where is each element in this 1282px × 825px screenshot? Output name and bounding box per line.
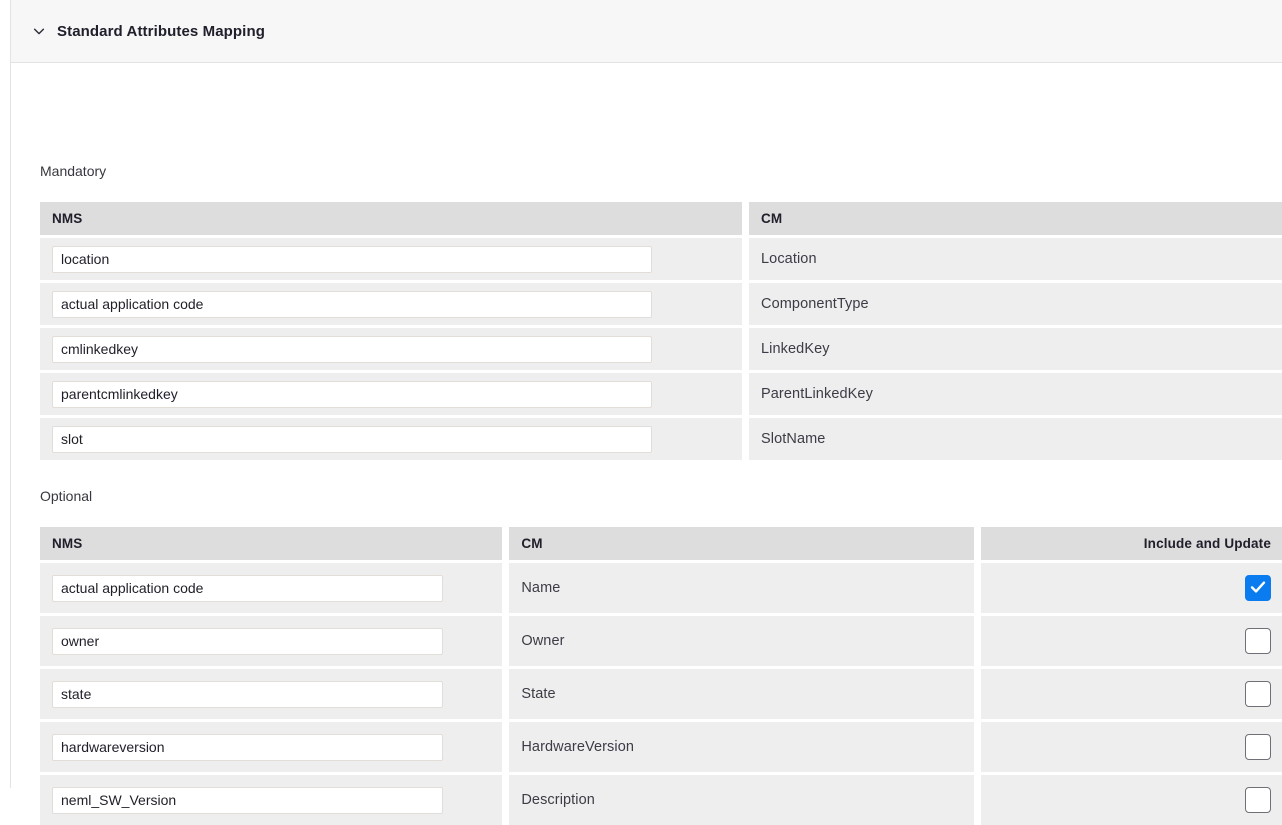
panel-header-toggle[interactable]: Standard Attributes Mapping bbox=[11, 0, 1282, 63]
include-and-update-checkbox[interactable] bbox=[1244, 734, 1271, 760]
cm-cell: SlotName bbox=[749, 418, 1282, 460]
column-header-cm: CM bbox=[749, 202, 1282, 235]
cm-cell: ParentLinkedKey bbox=[749, 373, 1282, 415]
nms-input[interactable] bbox=[52, 290, 652, 318]
nms-cell bbox=[40, 418, 742, 460]
cm-cell: Owner bbox=[509, 616, 974, 666]
cm-value: Location bbox=[761, 251, 817, 267]
nms-input[interactable] bbox=[52, 380, 652, 408]
cm-cell: ComponentType bbox=[749, 283, 1282, 325]
cm-cell: Name bbox=[509, 563, 974, 613]
nms-input[interactable] bbox=[52, 786, 443, 814]
cm-cell: State bbox=[509, 669, 974, 719]
include-and-update-checkbox[interactable] bbox=[1244, 787, 1271, 813]
standard-attributes-mapping-panel: Standard Attributes Mapping Mandatory NM… bbox=[10, 0, 1282, 825]
nms-input[interactable] bbox=[52, 574, 443, 602]
optional-section-label: Optional bbox=[40, 488, 93, 504]
table-row: ParentLinkedKey bbox=[40, 373, 1282, 415]
nms-cell bbox=[40, 328, 742, 370]
nms-input[interactable] bbox=[52, 680, 443, 708]
checkmark-icon bbox=[1250, 581, 1266, 593]
panel-title: Standard Attributes Mapping bbox=[57, 22, 265, 40]
nms-input[interactable] bbox=[52, 733, 443, 761]
cm-value: ComponentType bbox=[761, 296, 869, 312]
nms-cell bbox=[40, 283, 742, 325]
table-row: HardwareVersion bbox=[40, 722, 1282, 772]
cm-value: HardwareVersion bbox=[521, 739, 635, 755]
include-and-update-cell bbox=[980, 669, 1282, 719]
nms-input[interactable] bbox=[52, 627, 443, 655]
table-row: Name bbox=[40, 563, 1282, 613]
nms-cell bbox=[40, 669, 503, 719]
nms-input[interactable] bbox=[52, 425, 652, 453]
table-header-row: NMS CM Include and Update bbox=[40, 527, 1282, 560]
cm-value: Owner bbox=[521, 633, 565, 649]
nms-cell bbox=[40, 238, 742, 280]
table-row: SlotName bbox=[40, 418, 1282, 460]
table-row: LinkedKey bbox=[40, 328, 1282, 370]
table-row: Description bbox=[40, 775, 1282, 825]
include-and-update-checkbox[interactable] bbox=[1244, 575, 1271, 601]
column-header-include-and-update: Include and Update bbox=[980, 527, 1282, 560]
optional-mapping-table: NMS CM Include and Update Name bbox=[40, 527, 1282, 825]
column-header-nms: NMS bbox=[40, 527, 503, 560]
table-row: State bbox=[40, 669, 1282, 719]
cm-value: SlotName bbox=[761, 431, 826, 447]
include-and-update-cell bbox=[980, 722, 1282, 772]
cm-value: LinkedKey bbox=[761, 341, 830, 357]
mandatory-mapping-table: NMS CM Location ComponentType bbox=[40, 202, 1282, 460]
cm-value: State bbox=[521, 686, 556, 702]
table-header-row: NMS CM bbox=[40, 202, 1282, 235]
table-row: ComponentType bbox=[40, 283, 1282, 325]
table-row: Location bbox=[40, 238, 1282, 280]
cm-value: Description bbox=[521, 792, 595, 808]
nms-cell bbox=[40, 775, 503, 825]
mandatory-section-label: Mandatory bbox=[40, 163, 107, 179]
cm-value: ParentLinkedKey bbox=[761, 386, 873, 402]
include-and-update-cell bbox=[980, 775, 1282, 825]
chevron-down-icon[interactable] bbox=[32, 24, 46, 38]
include-and-update-cell bbox=[980, 563, 1282, 613]
column-header-nms: NMS bbox=[40, 202, 742, 235]
include-and-update-cell bbox=[980, 616, 1282, 666]
cm-cell: HardwareVersion bbox=[509, 722, 974, 772]
cm-cell: Location bbox=[749, 238, 1282, 280]
table-row: Owner bbox=[40, 616, 1282, 666]
include-and-update-checkbox[interactable] bbox=[1244, 681, 1271, 707]
cm-cell: LinkedKey bbox=[749, 328, 1282, 370]
nms-cell bbox=[40, 616, 503, 666]
nms-input[interactable] bbox=[52, 335, 652, 363]
cm-value: Name bbox=[521, 580, 561, 596]
nms-input[interactable] bbox=[52, 245, 652, 273]
nms-cell bbox=[40, 722, 503, 772]
nms-cell bbox=[40, 563, 503, 613]
column-header-cm: CM bbox=[509, 527, 974, 560]
cm-cell: Description bbox=[509, 775, 974, 825]
include-and-update-checkbox[interactable] bbox=[1244, 628, 1271, 654]
nms-cell bbox=[40, 373, 742, 415]
